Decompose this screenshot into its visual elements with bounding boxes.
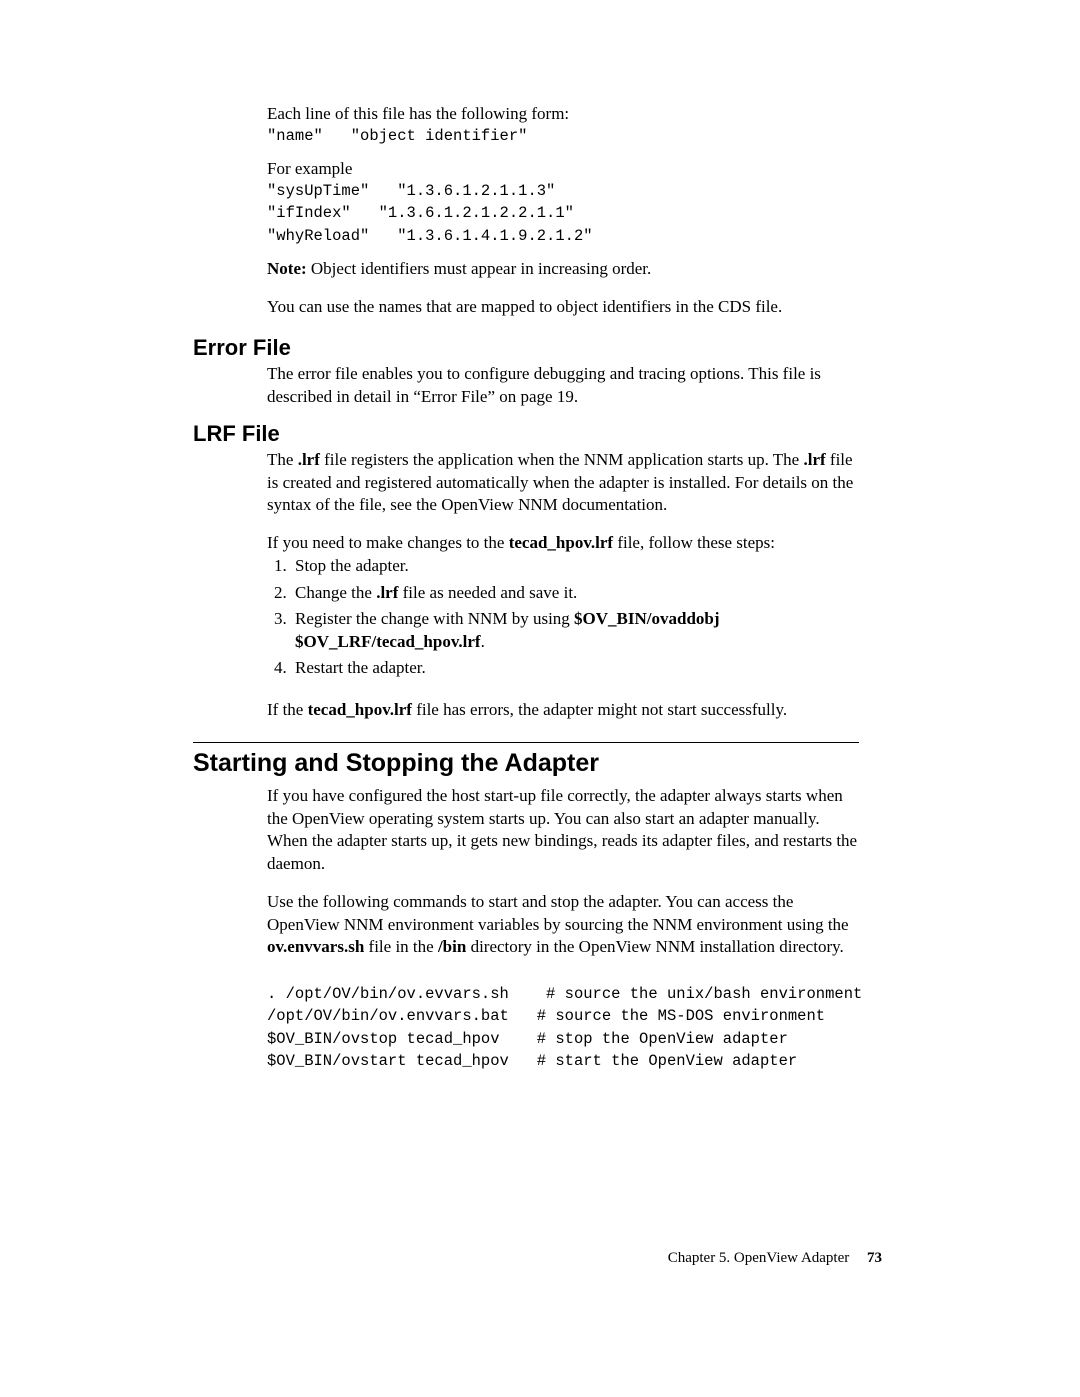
t: The [267,450,298,469]
lrf-steps: Stop the adapter. Change the .lrf file a… [267,555,859,684]
heading-text: Error File [193,335,859,361]
lrf-p1: The .lrf file registers the application … [267,449,859,517]
error-file-body: The error file enables you to configure … [267,363,859,408]
page-number: 73 [867,1250,882,1266]
t: If you need to make changes to the [267,533,509,552]
intro-para-1: Each line of this file has the following… [267,103,859,126]
t: .lrf [376,583,398,602]
code-form: "name" "object identifier" [267,125,859,147]
t: file registers the application when the … [320,450,804,469]
startstop-p1: If you have configured the host start-up… [267,785,859,875]
t: If the [267,700,308,719]
use-names-para: You can use the names that are mapped to… [267,296,859,319]
startstop-p2: Use the following commands to start and … [267,891,859,959]
heading-text: Starting and Stopping the Adapter [193,749,859,778]
t: tecad_hpov.lrf [509,533,613,552]
t: file in the [364,937,438,956]
t: Register the change with NNM by using [295,609,574,628]
t: Stop the adapter. [295,556,409,575]
t: . [481,632,485,651]
heading-error-file: Error File [193,335,859,361]
step-4: Restart the adapter. [291,657,859,680]
text: Each line of this file has the following… [267,104,569,123]
document-page: Each line of this file has the following… [0,0,1080,1397]
page-footer: Chapter 5. OpenView Adapter 73 [668,1250,882,1267]
t: .lrf [803,450,825,469]
heading-lrf-file: LRF File [193,421,859,447]
t: /bin [438,937,466,956]
t: ov.envvars.sh [267,937,364,956]
t: Change the [295,583,376,602]
t: file as needed and save it. [398,583,577,602]
step-1: Stop the adapter. [291,555,859,578]
for-example-label: For example [267,158,859,181]
step-2: Change the .lrf file as needed and save … [291,582,859,605]
step-3: Register the change with NNM by using $O… [291,608,859,653]
note-text: Object identifiers must appear in increa… [307,259,652,278]
horizontal-rule [193,742,859,743]
lrf-p2: If you need to make changes to the tecad… [267,532,859,555]
t: Use the following commands to start and … [267,892,849,934]
note-line: Note: Object identifiers must appear in … [267,258,859,281]
heading-text: LRF File [193,421,859,447]
t: tecad_hpov.lrf [308,700,412,719]
t: .lrf [298,450,320,469]
heading-start-stop-block: Starting and Stopping the Adapter [193,742,859,778]
t: file, follow these steps: [613,533,775,552]
t: file has errors, the adapter might not s… [412,700,787,719]
startstop-code: . /opt/OV/bin/ov.evvars.sh # source the … [267,983,859,1073]
note-label: Note: [267,259,307,278]
lrf-p3: If the tecad_hpov.lrf file has errors, t… [267,699,859,722]
t: Restart the adapter. [295,658,426,677]
t: directory in the OpenView NNM installati… [466,937,843,956]
chapter-label: Chapter 5. OpenView Adapter [668,1250,850,1266]
code-example: "sysUpTime" "1.3.6.1.2.1.1.3" "ifIndex" … [267,180,859,247]
